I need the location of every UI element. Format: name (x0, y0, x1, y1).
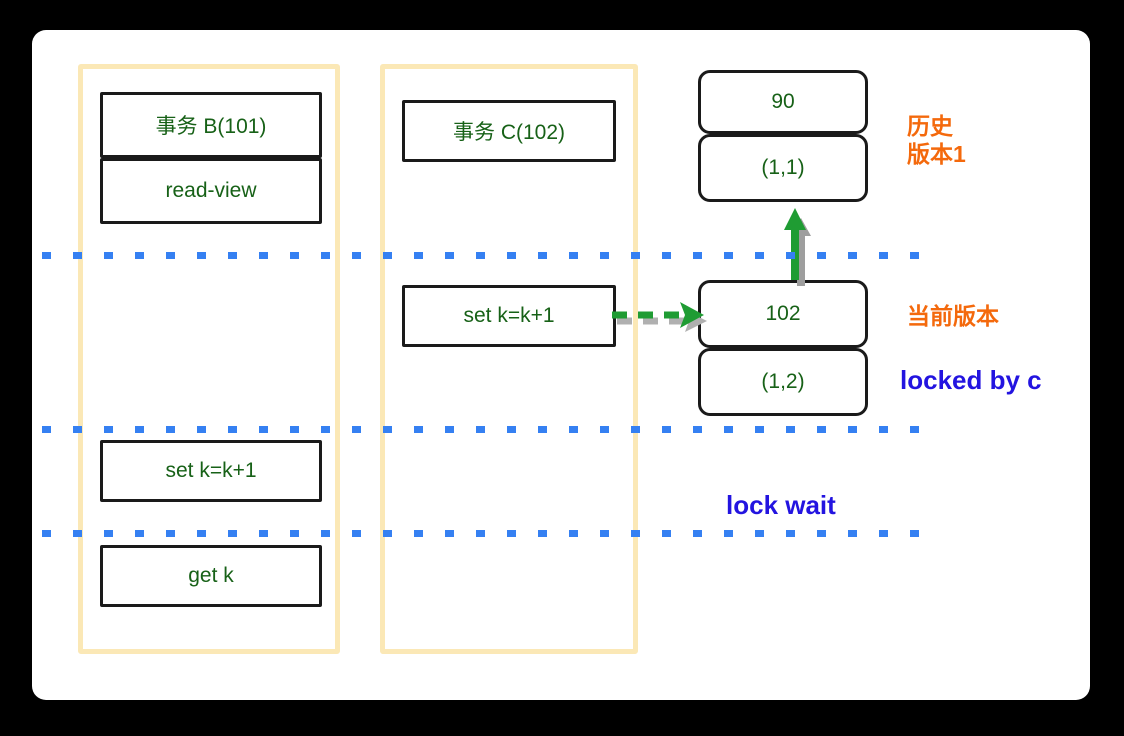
box-current-version-row-label: (1,2) (761, 370, 805, 393)
undo-link-arrow (784, 208, 811, 286)
annotation-history-version: 历史 版本1 (907, 113, 966, 168)
box-transaction-c-set[interactable]: set k=k+1 (402, 285, 618, 349)
box-current-version-trxid-label: 102 (765, 302, 801, 325)
whiteboard-canvas: 事务 B(101) read-view set k=k+1 get k 事务 C… (32, 30, 1090, 700)
timeline-rule-2 (42, 426, 927, 438)
annotation-current-version: 当前版本 (907, 303, 999, 329)
box-history-version-row[interactable]: (1,1) (698, 134, 870, 204)
box-transaction-b-set-label: set k=k+1 (165, 459, 257, 482)
box-history-version-trxid[interactable]: 90 (698, 70, 870, 136)
timeline-rule-3 (42, 530, 927, 542)
box-transaction-b-set[interactable]: set k=k+1 (100, 440, 324, 504)
timeline-rule-2-line (42, 426, 922, 433)
annotation-lock-wait: lock wait (726, 490, 836, 520)
box-history-version-row-label: (1,1) (761, 156, 805, 179)
timeline-rule-1 (42, 252, 927, 264)
box-transaction-c-header-label: 事务 C(102) (452, 121, 566, 144)
screenshot-root: 事务 B(101) read-view set k=k+1 get k 事务 C… (0, 0, 1124, 736)
box-current-version-row[interactable]: (1,2) (698, 348, 870, 418)
box-transaction-b-readview[interactable]: read-view (100, 158, 324, 226)
box-history-version-trxid-label: 90 (771, 90, 795, 113)
box-transaction-b-header-label: 事务 B(101) (155, 115, 267, 138)
box-transaction-c-header[interactable]: 事务 C(102) (402, 100, 618, 164)
box-transaction-b-get-label: get k (188, 564, 234, 587)
annotation-locked-by-c: locked by c (900, 365, 1042, 395)
box-transaction-c-set-label: set k=k+1 (463, 304, 555, 327)
timeline-rule-1-line (42, 252, 922, 259)
write-arrow (612, 302, 707, 332)
box-transaction-b-get[interactable]: get k (100, 545, 324, 609)
box-transaction-b-readview-label: read-view (165, 179, 257, 202)
timeline-rule-3-line (42, 530, 922, 537)
box-transaction-b-header[interactable]: 事务 B(101) (100, 92, 324, 160)
box-current-version-trxid[interactable]: 102 (698, 280, 870, 350)
